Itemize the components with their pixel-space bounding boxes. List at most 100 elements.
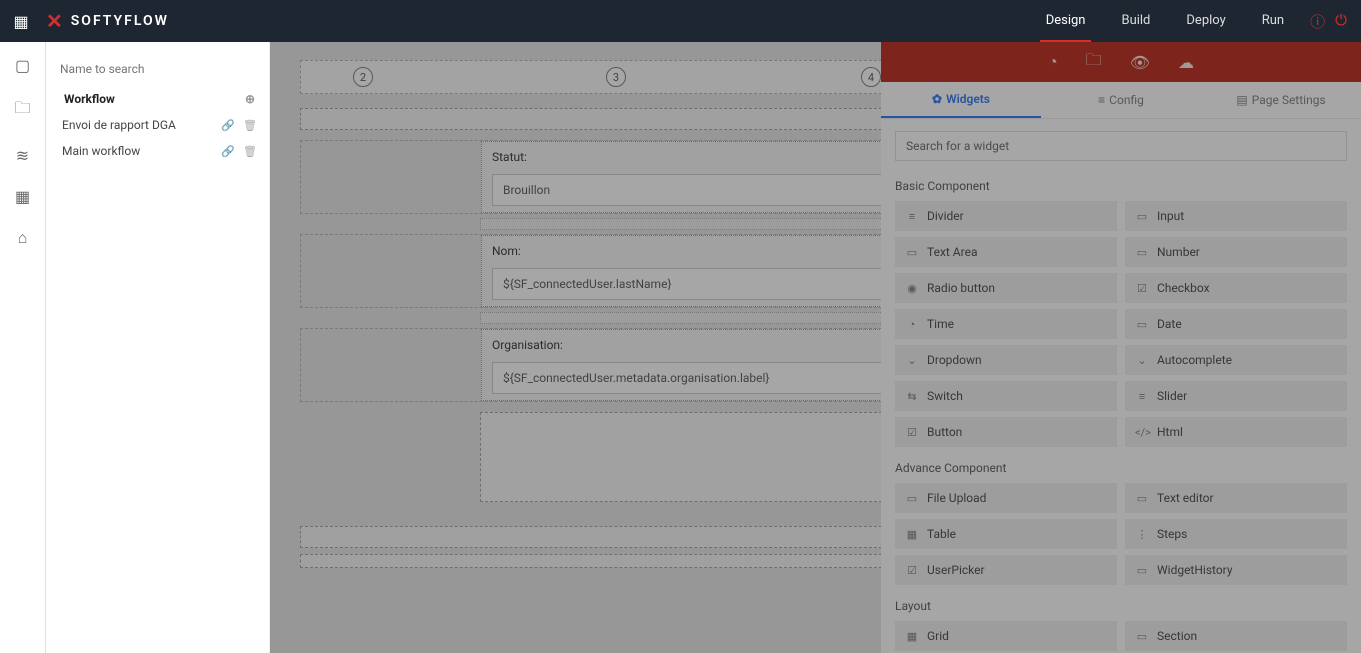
widget-label: UserPicker [927, 563, 985, 577]
widget-icon: ▦ [905, 630, 919, 643]
widget-item[interactable]: ☑Button [895, 417, 1117, 447]
widget-item[interactable]: ▭ File Upload [895, 483, 1117, 513]
widget-item[interactable]: ▭ Number [1125, 237, 1347, 267]
brand-logo: ✕ SOFTYFLOW [46, 11, 169, 31]
widget-item[interactable]: </> Html [1125, 417, 1347, 447]
widget-item[interactable]: ◔ Time [895, 309, 1117, 339]
step-dot[interactable]: 3 [606, 67, 626, 87]
widget-item[interactable]: ≡ Divider [895, 201, 1117, 231]
history-icon[interactable]: ◔ [1048, 52, 1058, 72]
widget-category: Layout [895, 599, 1347, 613]
widget-label: Text Area [927, 245, 977, 259]
preview-icon[interactable]: 👁 [1130, 53, 1150, 72]
widget-item[interactable]: ⇆ Switch [895, 381, 1117, 411]
widget-item[interactable]: ☑Checkbox [1125, 273, 1347, 303]
widget-label: Autocomplete [1157, 353, 1232, 367]
widget-label: Text editor [1157, 491, 1214, 505]
tab-config[interactable]: ≡ Config [1041, 82, 1201, 118]
widget-item[interactable]: ☑UserPicker [895, 555, 1117, 585]
widget-label: Number [1157, 245, 1200, 259]
widget-icon: ▭ [1135, 630, 1149, 643]
tab-widgets[interactable]: ✿ Widgets [881, 82, 1041, 118]
widget-label: Table [927, 527, 956, 541]
inbox-icon[interactable]: ⌂ [18, 228, 28, 248]
widget-label: Steps [1157, 527, 1187, 541]
widget-icon: ▭ [1135, 318, 1149, 331]
widget-icon: ▭ [1135, 492, 1149, 505]
nav-deploy[interactable]: Deploy [1168, 0, 1243, 42]
explorer-panel: Workflow ⊕ Envoi de rapport DGA 🔗 🗑 Main… [46, 42, 270, 653]
widget-label: Input [1157, 209, 1184, 223]
widget-item[interactable]: ▦ Grid [895, 621, 1117, 651]
widget-category: Advance Component [895, 461, 1347, 475]
widget-label: Dropdown [927, 353, 982, 367]
widget-item[interactable]: ▦Table [895, 519, 1117, 549]
widget-label: Switch [927, 389, 963, 403]
cloud-icon[interactable]: ☁ [1178, 53, 1194, 72]
widget-item[interactable]: ▭WidgetHistory [1125, 555, 1347, 585]
widget-item[interactable]: ▭ Text Area [895, 237, 1117, 267]
top-nav: Design Build Deploy Run [1028, 0, 1302, 42]
widget-item[interactable]: ▭ Text editor [1125, 483, 1347, 513]
widget-icon: ▭ [905, 492, 919, 505]
right-panel: ◔ 🗀 👁 ☁ ✿ Widgets ≡ Config ▤ Page Settin… [881, 42, 1361, 653]
step-dot[interactable]: 4 [861, 67, 881, 87]
alert-icon[interactable]: ⓘ [1310, 11, 1325, 32]
explorer-section-title: Workflow [64, 92, 115, 106]
widget-icon: ≡ [905, 210, 919, 223]
widget-icon: ▭ [905, 246, 919, 259]
link-icon[interactable]: 🔗 [221, 145, 235, 158]
crop-icon[interactable]: ▢ [15, 56, 30, 75]
tab-page-settings[interactable]: ▤ Page Settings [1201, 82, 1361, 118]
widget-search-input[interactable] [895, 131, 1347, 161]
nav-build[interactable]: Build [1103, 0, 1168, 42]
widget-label: Divider [927, 209, 964, 223]
explorer-search-input[interactable] [60, 60, 259, 86]
widget-item[interactable]: ⋮Steps [1125, 519, 1347, 549]
widget-item[interactable]: ◉Radio button [895, 273, 1117, 303]
widget-icon: </> [1135, 426, 1149, 439]
widget-category: Basic Component [895, 179, 1347, 193]
case-icon[interactable]: 🗀 [1086, 49, 1102, 76]
widget-icon: ▭ [1135, 246, 1149, 259]
widget-label: File Upload [927, 491, 986, 505]
widget-label: Grid [927, 629, 949, 643]
workflow-item-label: Envoi de rapport DGA [62, 118, 213, 132]
page-icon: ▤ [1236, 93, 1247, 107]
step-dot[interactable]: 2 [353, 67, 373, 87]
widget-label: Section [1157, 629, 1197, 643]
nav-run[interactable]: Run [1244, 0, 1302, 42]
briefcase-icon[interactable]: 🗀 [14, 97, 30, 124]
widget-item[interactable]: ⌄Autocomplete [1125, 345, 1347, 375]
tab-label: Widgets [946, 92, 990, 106]
tab-label: Config [1109, 93, 1144, 107]
delete-icon[interactable]: 🗑 [243, 145, 257, 158]
widget-icon: ≡ [1135, 390, 1149, 403]
tab-label: Page Settings [1252, 93, 1326, 107]
widget-item[interactable]: ≡ Slider [1125, 381, 1347, 411]
widget-icon: ☑ [905, 426, 919, 439]
delete-icon[interactable]: 🗑 [243, 119, 257, 132]
brand-text: SOFTYFLOW [71, 13, 169, 29]
database-icon[interactable]: ≋ [16, 146, 29, 165]
workflow-item-label: Main workflow [62, 144, 213, 158]
widget-icon: ☑ [1135, 282, 1149, 295]
power-icon[interactable]: ⏻ [1335, 11, 1347, 32]
workflow-item[interactable]: Envoi de rapport DGA 🔗 🗑 [60, 112, 259, 138]
widget-icon: ⇆ [905, 390, 919, 403]
nav-design[interactable]: Design [1028, 0, 1104, 42]
widget-item[interactable]: ▭Date [1125, 309, 1347, 339]
table-icon[interactable]: ▦ [15, 187, 30, 206]
widget-label: Html [1157, 425, 1183, 439]
widget-label: Slider [1157, 389, 1187, 403]
add-workflow-button[interactable]: ⊕ [245, 92, 255, 106]
workflow-item[interactable]: Main workflow 🔗 🗑 [60, 138, 259, 164]
link-icon[interactable]: 🔗 [221, 119, 235, 132]
widget-icon: ◔ [905, 318, 919, 331]
widget-label: Time [927, 317, 954, 331]
widget-item[interactable]: ⌄Dropdown [895, 345, 1117, 375]
config-icon: ≡ [1098, 93, 1105, 107]
widget-item[interactable]: ▭Input [1125, 201, 1347, 231]
widget-item[interactable]: ▭ Section [1125, 621, 1347, 651]
apps-icon[interactable]: ▦ [0, 12, 42, 31]
